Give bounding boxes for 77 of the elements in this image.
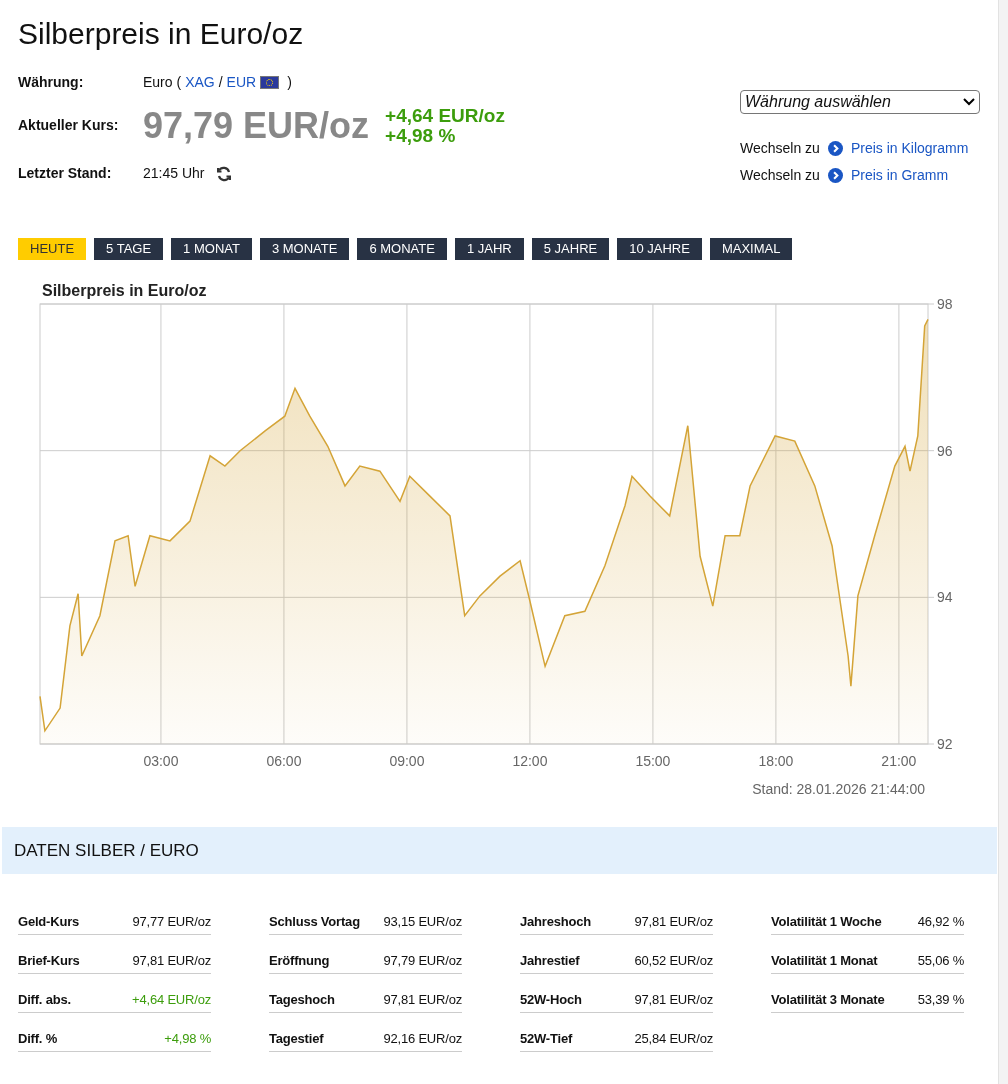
data-value: +4,98 %: [164, 1030, 211, 1048]
range-tab[interactable]: 1 MONAT: [171, 238, 252, 260]
range-tab[interactable]: MAXIMAL: [709, 238, 793, 260]
percent-change: +4,98 %: [385, 126, 457, 146]
data-value: 92,16 EUR/oz: [383, 1030, 462, 1048]
chart-title: Silberpreis in Euro/oz: [42, 282, 207, 299]
data-label: Tageshoch: [269, 991, 335, 1009]
data-label: 52W-Tief: [520, 1030, 573, 1048]
refresh-icon[interactable]: [216, 165, 233, 182]
data-value: +4,64 EUR/oz: [132, 991, 211, 1009]
data-label: Diff. %: [18, 1030, 58, 1048]
update-time: 21:45 Uhr: [143, 164, 205, 184]
unit-link[interactable]: Preis in Gramm: [850, 165, 949, 186]
unit-link[interactable]: Preis in Kilogramm: [850, 138, 969, 159]
field-label: Aktueller Kurs:: [18, 116, 120, 136]
section-header: DATEN SILBER / EURO: [2, 827, 997, 874]
data-label: Tagestief: [269, 1030, 324, 1048]
bracket-text: ): [287, 72, 292, 92]
data-value: 55,06 %: [917, 952, 964, 970]
range-tab[interactable]: HEUTE: [18, 238, 87, 260]
currency-link[interactable]: EUR: [226, 71, 257, 93]
x-axis-label: 09:00: [389, 753, 425, 769]
range-tab[interactable]: 3 MONATE: [259, 238, 350, 260]
data-label: Schluss Vortag: [269, 913, 360, 931]
x-axis-label: 18:00: [758, 753, 794, 769]
data-value: 97,81 EUR/oz: [383, 991, 462, 1009]
price-change: +4,64 EUR/oz: [385, 106, 505, 126]
range-tab[interactable]: 5 TAGE: [94, 238, 164, 260]
x-axis-label: 12:00: [512, 753, 548, 769]
y-axis-label: 94: [937, 589, 953, 606]
data-label: Volatilität 3 Monate: [771, 991, 885, 1009]
range-tab[interactable]: 5 JAHRE: [531, 238, 610, 260]
range-tab[interactable]: 6 MONATE: [357, 238, 447, 260]
data-label: Jahreshoch: [520, 913, 591, 931]
x-axis-label: 21:00: [881, 753, 917, 769]
x-axis-label: 06:00: [266, 753, 302, 769]
data-value: 97,81 EUR/oz: [634, 913, 713, 931]
data-value: 97,81 EUR/oz: [634, 991, 713, 1009]
data-value: 46,92 %: [917, 913, 964, 931]
separator-text: /: [218, 72, 223, 92]
data-label: Geld-Kurs: [18, 913, 80, 931]
data-label: 52W-Hoch: [520, 991, 582, 1009]
current-price: 97,79 EUR/oz: [143, 104, 370, 148]
currency-select[interactable]: Währung auswählen: [740, 90, 980, 114]
data-value: 53,39 %: [917, 991, 964, 1009]
data-value: 97,79 EUR/oz: [383, 952, 462, 970]
data-value: 93,15 EUR/oz: [383, 913, 462, 931]
switch-prefix: Wechseln zu: [740, 166, 820, 185]
y-axis-label: 96: [937, 442, 953, 459]
data-value: 97,77 EUR/oz: [132, 913, 211, 931]
x-axis-label: 03:00: [143, 753, 179, 769]
range-tab[interactable]: 1 JAHR: [454, 238, 524, 260]
data-label: Volatilität 1 Monat: [771, 952, 878, 970]
x-axis-label: 15:00: [635, 753, 671, 769]
flag-icon: [260, 75, 280, 89]
field-label: Währung:: [18, 72, 85, 92]
chevron-down-icon: [963, 98, 975, 106]
range-tab[interactable]: 10 JAHRE: [617, 238, 702, 260]
data-label: Eröffnung: [269, 952, 330, 970]
chevron-circle-icon: [827, 141, 843, 156]
data-label: Brief-Kurs: [18, 952, 80, 970]
data-value: 60,52 EUR/oz: [634, 952, 713, 970]
data-label: Jahrestief: [520, 952, 580, 970]
chart-timestamp: Stand: 28.01.2026 21:44:00: [752, 781, 925, 797]
y-axis-label: 92: [937, 736, 953, 752]
y-axis-label: 98: [937, 296, 953, 312]
chevron-circle-icon: [827, 168, 843, 183]
data-label: Diff. abs.: [18, 991, 71, 1009]
data-label: Volatilität 1 Woche: [771, 913, 882, 931]
field-label: Letzter Stand:: [18, 164, 113, 184]
page-title: Silberpreis in Euro/oz: [18, 16, 304, 52]
switch-prefix: Wechseln zu: [740, 139, 820, 158]
currency-name: Euro (: [143, 72, 182, 92]
scrollbar-track[interactable]: [998, 0, 1008, 1084]
data-value: 25,84 EUR/oz: [634, 1030, 713, 1048]
data-value: 97,81 EUR/oz: [132, 952, 211, 970]
currency-link[interactable]: XAG: [185, 71, 215, 93]
